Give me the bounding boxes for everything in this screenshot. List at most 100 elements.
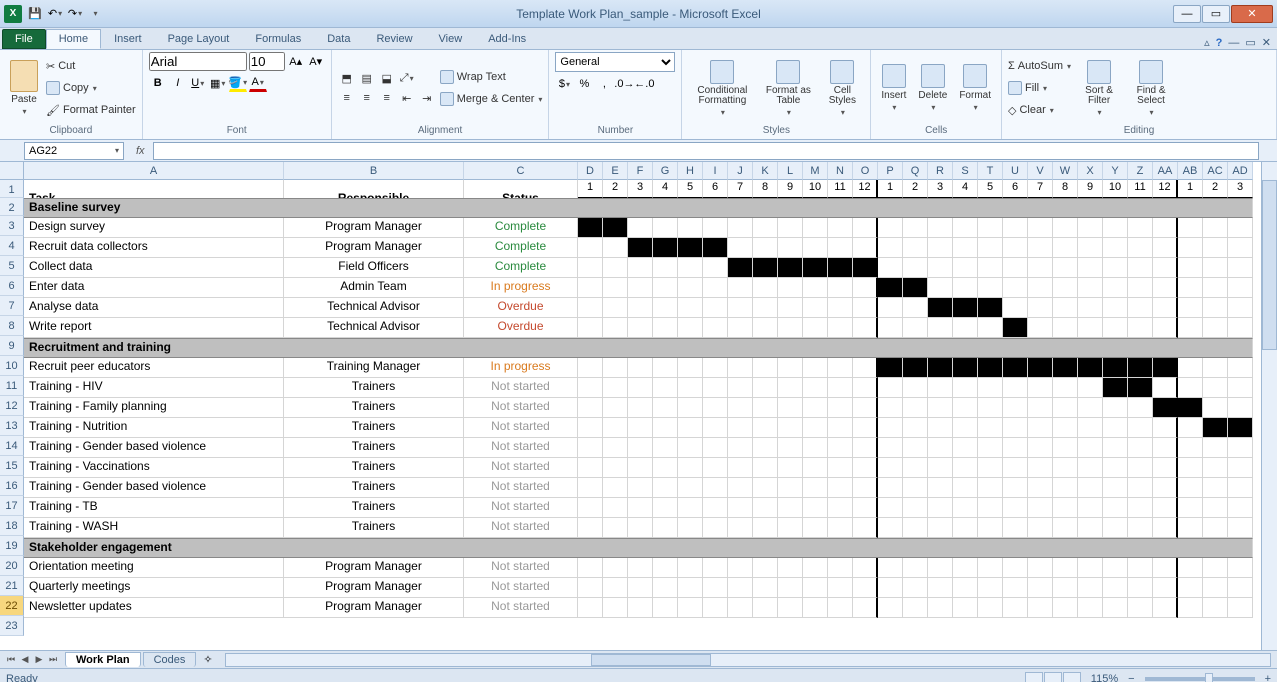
cell[interactable] [1053,318,1078,338]
tab-home[interactable]: Home [46,29,101,49]
cell[interactable] [878,278,903,298]
col-header[interactable]: H [678,162,703,180]
cell[interactable] [703,358,728,378]
row-header[interactable]: 13 [0,416,24,436]
cell[interactable] [1053,478,1078,498]
cell[interactable]: Analyse data [24,298,284,318]
cell[interactable] [903,438,928,458]
cell[interactable] [1178,498,1203,518]
cell[interactable] [1153,458,1178,478]
cell[interactable] [1003,298,1028,318]
cell[interactable] [953,438,978,458]
cell[interactable] [603,478,628,498]
cell[interactable] [653,318,678,338]
cell[interactable] [728,438,753,458]
cell[interactable] [953,598,978,618]
row-header[interactable]: 20 [0,556,24,576]
cell[interactable] [1228,498,1253,518]
cell[interactable] [1228,398,1253,418]
row-header[interactable]: 1 [0,180,24,198]
cell[interactable] [753,258,778,278]
tab-addins[interactable]: Add-Ins [475,29,539,49]
cell[interactable] [1153,318,1178,338]
cell[interactable] [1028,498,1053,518]
cell[interactable] [853,238,878,258]
cell[interactable] [753,558,778,578]
italic-button[interactable]: I [169,74,187,92]
fx-label[interactable]: fx [128,145,153,157]
cell[interactable] [1078,358,1103,378]
cell[interactable]: Technical Advisor [284,318,464,338]
cell[interactable]: Quarterly meetings [24,578,284,598]
cell[interactable] [1028,278,1053,298]
cell[interactable] [1053,438,1078,458]
col-header[interactable]: AA [1153,162,1178,180]
cell[interactable]: Not started [464,598,578,618]
col-header[interactable]: AC [1203,162,1228,180]
cell[interactable] [578,358,603,378]
first-sheet-icon[interactable]: ⏮ [4,654,18,665]
cell[interactable]: Collect data [24,258,284,278]
cell[interactable] [978,298,1003,318]
cell[interactable] [1228,418,1253,438]
col-header[interactable]: C [464,162,578,180]
cell[interactable] [653,458,678,478]
cell[interactable] [1103,558,1128,578]
cell[interactable] [1128,358,1153,378]
cell[interactable] [628,578,653,598]
cell[interactable] [628,518,653,538]
cell[interactable] [1053,378,1078,398]
row-header[interactable]: 10 [0,356,24,376]
cell[interactable] [978,318,1003,338]
col-header[interactable]: M [803,162,828,180]
cell[interactable] [628,398,653,418]
cell[interactable] [1203,458,1228,478]
cell-grid[interactable]: TaskResponsibleStatusYear 1Year 21234567… [24,180,1253,618]
format-cells-button[interactable]: Format▾ [955,62,995,114]
cell[interactable]: Trainers [284,438,464,458]
cell[interactable] [1178,318,1203,338]
sheet-tab-codes[interactable]: Codes [143,652,197,667]
cell[interactable] [578,478,603,498]
cell[interactable] [678,498,703,518]
cell[interactable] [1103,578,1128,598]
cell[interactable] [778,438,803,458]
cell[interactable]: Not started [464,558,578,578]
cell[interactable] [678,318,703,338]
cell[interactable] [1153,558,1178,578]
cell[interactable] [828,218,853,238]
cell[interactable] [1178,378,1203,398]
cell[interactable]: 4 [953,180,978,198]
cell[interactable] [853,218,878,238]
cell[interactable] [1128,238,1153,258]
row-header[interactable]: 14 [0,436,24,456]
cell[interactable] [703,258,728,278]
cell[interactable]: 3 [1228,180,1253,198]
cell[interactable] [978,558,1003,578]
cell[interactable] [678,418,703,438]
clear-button[interactable]: ◇Clear▾ [1008,100,1071,120]
cell[interactable] [1128,598,1153,618]
cell[interactable] [878,578,903,598]
cell[interactable] [1128,278,1153,298]
col-header[interactable]: L [778,162,803,180]
cell[interactable] [578,498,603,518]
cell[interactable]: Program Manager [284,218,464,238]
cell[interactable] [828,458,853,478]
cell[interactable]: 2 [1203,180,1228,198]
cell[interactable] [1203,358,1228,378]
cell[interactable] [1003,318,1028,338]
cell[interactable] [1128,518,1153,538]
cell[interactable]: 1 [1178,180,1203,198]
cell[interactable] [1103,518,1128,538]
cell[interactable] [903,418,928,438]
cell[interactable] [1203,518,1228,538]
cell[interactable] [978,458,1003,478]
cell[interactable] [1078,218,1103,238]
cell[interactable] [603,218,628,238]
cell[interactable]: In progress [464,278,578,298]
cell[interactable]: Trainers [284,478,464,498]
cell[interactable] [1128,398,1153,418]
cell[interactable]: Complete [464,218,578,238]
cell[interactable] [953,418,978,438]
